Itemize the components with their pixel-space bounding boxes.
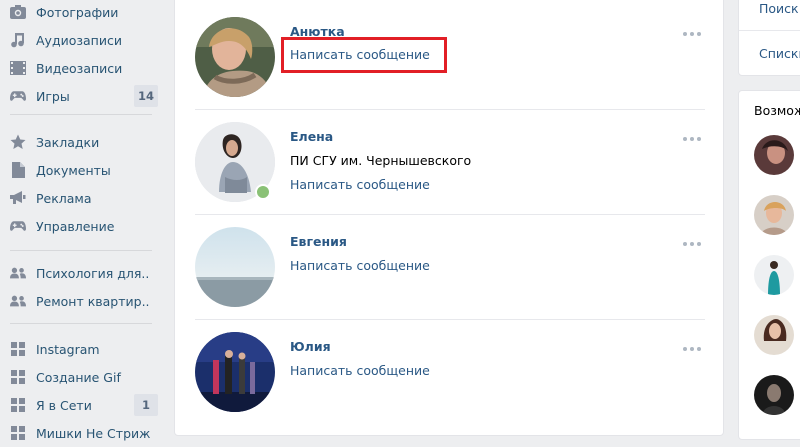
friend-lists-link[interactable]: Списки (759, 46, 800, 61)
sidebar-item-video[interactable]: Видеозаписи (0, 54, 160, 82)
sidebar-item-label: Аудиозаписи (36, 32, 122, 48)
friend-avatar[interactable] (195, 332, 275, 412)
sidebar-item-label: Документы (36, 162, 111, 178)
sidebar-item-app-gif[interactable]: Создание Gif (0, 363, 160, 391)
more-actions-icon[interactable] (683, 344, 703, 354)
music-note-icon (10, 32, 26, 48)
sidebar-item-label: Я в Сети (36, 397, 92, 413)
megaphone-icon (10, 190, 26, 206)
suggested-friend-avatar[interactable] (754, 135, 794, 175)
sidebar-item-games[interactable]: Игры 14 (0, 82, 160, 110)
sidebar-item-label: Закладки (36, 134, 100, 150)
sidebar-item-label: Психология для.. (36, 265, 150, 281)
highlight-box (281, 37, 447, 73)
search-friends-link[interactable]: Поиск (759, 1, 799, 16)
sidebar-item-documents[interactable]: Документы (0, 156, 160, 184)
sidebar-item-ads[interactable]: Реклама (0, 184, 160, 212)
star-icon (10, 134, 26, 150)
online-status-indicator (255, 184, 271, 200)
sidebar-item-audio[interactable]: Аудиозаписи (0, 26, 160, 54)
suggested-friend-avatar[interactable] (754, 195, 794, 235)
sidebar-item-label: Видеозаписи (36, 60, 123, 76)
row-divider (195, 109, 705, 110)
app-grid-icon (10, 425, 26, 441)
menu-divider (739, 30, 800, 31)
write-message-link[interactable]: Написать сообщение (290, 363, 430, 378)
sidebar-item-management[interactable]: Управление (0, 212, 160, 240)
camera-icon (10, 4, 26, 20)
sidebar-item-label: Ремонт квартир.. (36, 293, 150, 309)
left-sidebar: Фотографии Аудиозаписи Видеозаписи Игры … (0, 0, 170, 441)
sidebar-divider (10, 114, 152, 115)
sidebar-item-group-psychology[interactable]: Психология для.. (0, 259, 160, 287)
more-actions-icon[interactable] (683, 134, 703, 144)
friends-menu-box: Поиск Списки (738, 0, 800, 76)
document-icon (10, 162, 26, 178)
suggested-friend-avatar[interactable] (754, 375, 794, 415)
write-message-link[interactable]: Написать сообщение (290, 258, 430, 273)
sidebar-item-label: Фотографии (36, 4, 119, 20)
app-grid-icon (10, 341, 26, 357)
sidebar-item-app-bears[interactable]: Мишки Не Стриж (0, 419, 160, 447)
row-divider (195, 214, 705, 215)
sidebar-item-bookmarks[interactable]: Закладки (0, 128, 160, 156)
app-grid-icon (10, 369, 26, 385)
app-count-badge: 1 (134, 394, 158, 416)
write-message-link[interactable]: Написать сообщение (290, 177, 430, 192)
suggested-friend-avatar[interactable] (754, 315, 794, 355)
row-divider (195, 319, 705, 320)
possible-friends-title: Возмож (754, 103, 800, 118)
sidebar-item-label: Игры (36, 88, 70, 104)
sidebar-item-label: Реклама (36, 190, 92, 206)
sidebar-item-label: Instagram (36, 341, 100, 357)
sidebar-item-group-repair[interactable]: Ремонт квартир.. (0, 287, 160, 315)
group-icon (10, 293, 26, 309)
sidebar-item-label: Мишки Не Стриж (36, 425, 151, 441)
sidebar-item-app-instagram[interactable]: Instagram (0, 335, 160, 363)
sidebar-item-label: Создание Gif (36, 369, 121, 385)
gamepad-icon (10, 88, 26, 104)
film-icon (10, 60, 26, 76)
sidebar-divider (10, 323, 152, 324)
friend-avatar[interactable] (195, 17, 275, 97)
gamepad-icon (10, 218, 26, 234)
sidebar-item-label: Управление (36, 218, 115, 234)
friend-name[interactable]: Юлия (290, 339, 331, 354)
more-actions-icon[interactable] (683, 29, 703, 39)
group-icon (10, 265, 26, 281)
friends-list-panel: Анютка Написать сообщение Елена ПИ СГУ и… (174, 0, 724, 436)
app-grid-icon (10, 397, 26, 413)
sidebar-item-photos[interactable]: Фотографии (0, 0, 160, 26)
sidebar-item-app-online[interactable]: Я в Сети 1 (0, 391, 160, 419)
games-count-badge: 14 (134, 85, 158, 107)
suggested-friend-avatar[interactable] (754, 255, 794, 295)
possible-friends-box: Возмож (738, 90, 800, 440)
friend-name[interactable]: Евгения (290, 234, 347, 249)
friend-university: ПИ СГУ им. Чернышевского (290, 153, 472, 168)
more-actions-icon[interactable] (683, 239, 703, 249)
sidebar-divider (10, 250, 152, 251)
friend-avatar[interactable] (195, 227, 275, 307)
friend-name[interactable]: Елена (290, 129, 333, 144)
